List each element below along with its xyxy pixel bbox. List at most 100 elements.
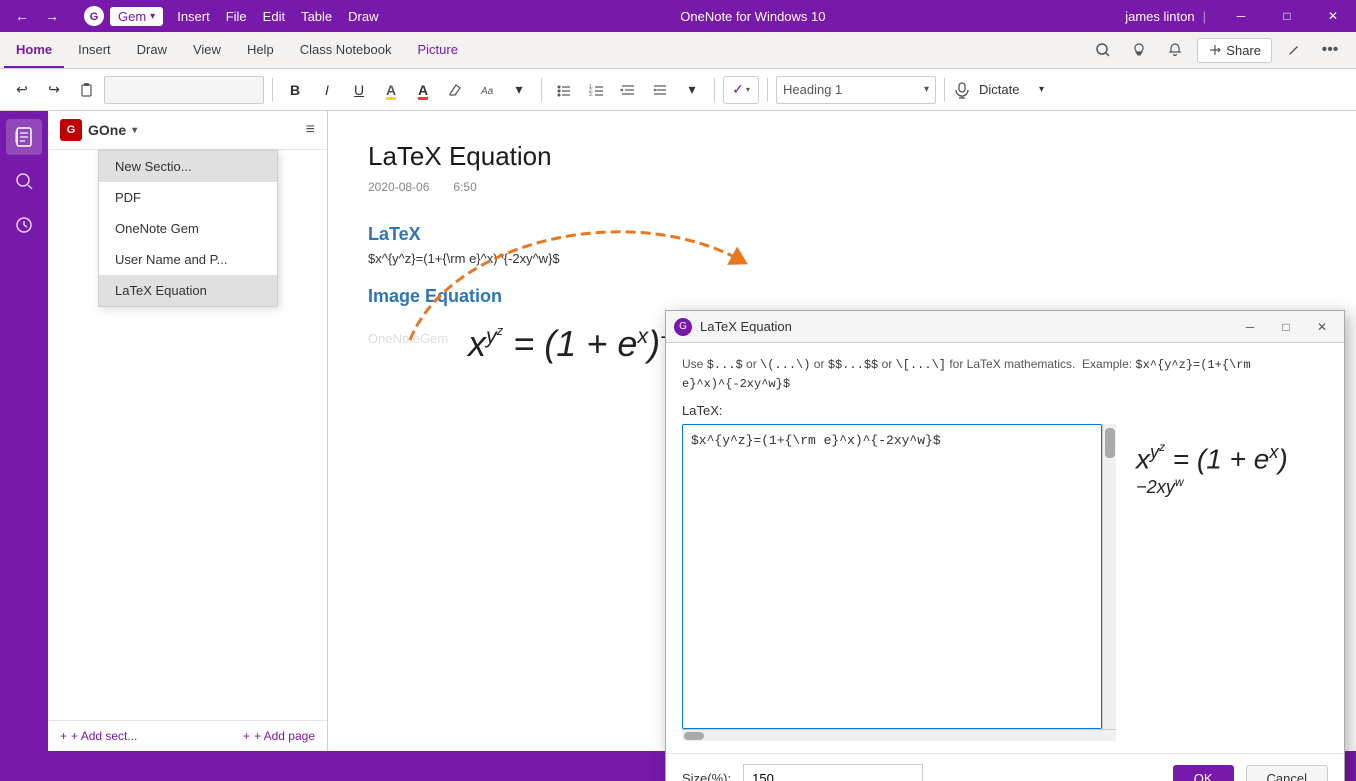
format-button[interactable]: Aa <box>473 76 501 104</box>
titlebar-menu: Insert File Edit Table Draw <box>163 5 392 28</box>
menu-table[interactable]: Table <box>295 5 338 28</box>
minimize-btn[interactable]: ─ <box>1218 0 1264 32</box>
indent-in-button[interactable] <box>646 76 674 104</box>
nav-fwd-btn[interactable]: → <box>38 2 66 30</box>
clipboard-button[interactable] <box>72 76 100 104</box>
bullets-button[interactable] <box>550 76 578 104</box>
latex-textarea[interactable]: $x^{y^z}=(1+{\rm e}^x)^{-2xy^w}$ | <box>683 425 1101 725</box>
ctx-user-name[interactable]: User Name and P... <box>99 244 277 275</box>
font-selector[interactable] <box>104 76 264 104</box>
dictate-arrow[interactable]: ▾ <box>1027 76 1055 104</box>
dialog-maximize-btn[interactable]: □ <box>1272 316 1300 338</box>
tab-draw[interactable]: Draw <box>125 32 179 68</box>
toolbar-sep4 <box>767 78 768 102</box>
edit-icon[interactable] <box>1280 36 1308 64</box>
add-page-button[interactable]: + + Add page <box>243 729 315 743</box>
ribbon-tabs: Home Insert Draw View Help Class Noteboo… <box>0 32 1356 68</box>
sidebar <box>0 111 48 751</box>
ctx-new-section[interactable]: New Sectio... <box>99 151 277 182</box>
tab-view[interactable]: View <box>181 32 233 68</box>
svg-text:3.: 3. <box>589 92 593 98</box>
more-icon[interactable]: ••• <box>1316 36 1344 64</box>
size-label: Size(%): <box>682 771 731 781</box>
gem-label: Gem <box>118 9 146 24</box>
add-section-label: + Add sect... <box>71 729 137 743</box>
size-input[interactable] <box>743 764 923 781</box>
latex-code[interactable]: $x^{y^z}=(1+{\rm e}^x)^{-2xy^w}$ <box>368 251 1316 266</box>
tab-home[interactable]: Home <box>4 32 64 68</box>
close-btn[interactable]: ✕ <box>1310 0 1356 32</box>
sidebar-recent-icon[interactable] <box>6 207 42 243</box>
indent-out-button[interactable] <box>614 76 642 104</box>
maximize-btn[interactable]: □ <box>1264 0 1310 32</box>
sidebar-search-icon[interactable] <box>6 163 42 199</box>
textarea-scrollbar[interactable] <box>1102 424 1116 729</box>
notebook-footer: + + Add sect... + + Add page <box>48 720 327 751</box>
ctx-onenote-gem[interactable]: OneNote Gem <box>99 213 277 244</box>
sort-icon[interactable]: ≡ <box>306 121 315 139</box>
note-date: 2020-08-06 <box>368 180 429 194</box>
textarea-wrapper: $x^{y^z}=(1+{\rm e}^x)^{-2xy^w}$ | <box>682 424 1116 729</box>
redo-button[interactable]: ↪ <box>40 76 68 104</box>
context-menu: New Sectio... PDF OneNote Gem User Name … <box>98 150 278 307</box>
menu-edit[interactable]: Edit <box>257 5 291 28</box>
tab-class-notebook[interactable]: Class Notebook <box>288 32 404 68</box>
notebook-name: GOne <box>88 122 126 138</box>
ctx-latex[interactable]: LaTeX Equation <box>99 275 277 306</box>
menu-insert[interactable]: Insert <box>171 5 216 28</box>
nav-back-btn[interactable]: ← <box>8 2 36 30</box>
note-title: LaTeX Equation <box>368 141 1316 172</box>
format-arrow[interactable]: ▾ <box>505 76 533 104</box>
ctx-pdf[interactable]: PDF <box>99 182 277 213</box>
textarea-container: $x^{y^z}=(1+{\rm e}^x)^{-2xy^w}$ | <box>682 424 1116 741</box>
font-color-button[interactable]: A <box>409 76 437 104</box>
scrollbar-thumb <box>1105 428 1115 458</box>
svg-text:Aa: Aa <box>480 86 494 97</box>
ribbon-actions: Share ••• <box>1089 36 1352 64</box>
tab-insert[interactable]: Insert <box>66 32 123 68</box>
titlebar: ← → G Gem ▾ Insert File Edit Table Draw … <box>0 0 1356 32</box>
dialog-icon: G <box>674 318 692 336</box>
preview-formula: xyz = (1 + ex)−2xyw <box>1136 440 1320 511</box>
menu-draw[interactable]: Draw <box>342 5 384 28</box>
latex-dialog: G LaTeX Equation ─ □ ✕ Use $...$ or \(..… <box>665 310 1345 781</box>
bell-icon[interactable] <box>1161 36 1189 64</box>
numbered-list-button[interactable]: 1. 2. 3. <box>582 76 610 104</box>
app-title: OneNote for Windows 10 <box>393 9 1114 24</box>
menu-file[interactable]: File <box>220 5 253 28</box>
sidebar-notebook-icon[interactable] <box>6 119 42 155</box>
latex-section-heading: LaTeX <box>368 224 1316 245</box>
highlight-button[interactable]: A <box>377 76 405 104</box>
latex-input-wrapper: $x^{y^z}=(1+{\rm e}^x)^{-2xy^w}$ | <box>682 424 1102 729</box>
dialog-content: $x^{y^z}=(1+{\rm e}^x)^{-2xy^w}$ | xyz =… <box>682 424 1328 741</box>
heading-selector[interactable]: Heading 1 ▾ <box>776 76 936 104</box>
share-label: Share <box>1226 43 1261 58</box>
eraser-button[interactable] <box>441 76 469 104</box>
cancel-button[interactable]: Cancel <box>1246 765 1328 781</box>
undo-button[interactable]: ↩ <box>8 76 36 104</box>
image-section-heading: Image Equation <box>368 286 1316 307</box>
gem-menu[interactable]: Gem ▾ <box>110 7 163 26</box>
textarea-hscroll[interactable] <box>682 729 1116 741</box>
dialog-close-btn[interactable]: ✕ <box>1308 316 1336 338</box>
hscroll-thumb <box>684 732 704 740</box>
svg-text:G: G <box>90 11 99 23</box>
toolbar-sep3 <box>714 78 715 102</box>
list-more-button[interactable]: ▾ <box>678 76 706 104</box>
italic-button[interactable]: I <box>313 76 341 104</box>
ok-button[interactable]: OK <box>1173 765 1234 781</box>
dialog-hint: Use $...$ or \(...\) or $$...$$ or \[...… <box>682 355 1328 393</box>
notebook-title[interactable]: G GOne ▾ <box>60 119 137 141</box>
underline-button[interactable]: U <box>345 76 373 104</box>
tab-picture[interactable]: Picture <box>405 32 469 68</box>
bold-button[interactable]: B <box>281 76 309 104</box>
bulb-icon[interactable] <box>1125 36 1153 64</box>
tab-help[interactable]: Help <box>235 32 286 68</box>
dialog-minimize-btn[interactable]: ─ <box>1236 316 1264 338</box>
search-icon[interactable] <box>1089 36 1117 64</box>
dictate-button[interactable]: Dictate <box>971 78 1027 101</box>
add-section-button[interactable]: + + Add sect... <box>60 729 137 743</box>
checkbox-button[interactable]: ✓ ▾ <box>723 76 759 104</box>
dialog-body: Use $...$ or \(...\) or $$...$$ or \[...… <box>666 343 1344 753</box>
share-button[interactable]: Share <box>1197 38 1272 63</box>
